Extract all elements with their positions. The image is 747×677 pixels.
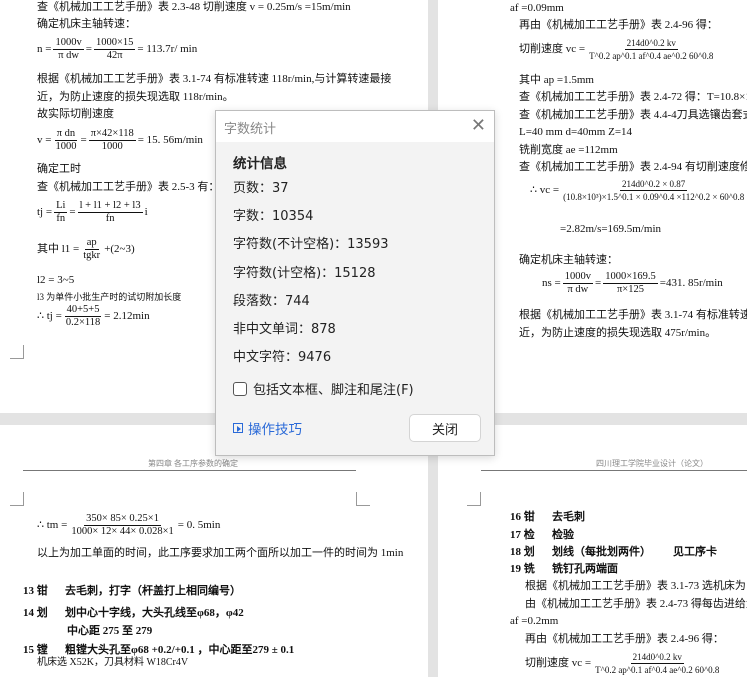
text-line: L=40 mm d=40mm Z=14 xyxy=(519,126,633,138)
text-line: 故实际切削速度 xyxy=(37,108,114,120)
page-header: 第四章 各工序参数的确定 xyxy=(148,459,238,468)
text-line: af =0.2mm xyxy=(510,615,559,627)
text-line: 确定机床主轴转速： xyxy=(37,18,136,30)
stat-pages: 页数：37 xyxy=(233,181,289,196)
text-line: 再由《机械加工工艺手册》表 2.4-96 得： xyxy=(525,633,724,645)
stat-chars-with-spaces: 字符数(计空格)：15128 xyxy=(233,266,376,281)
text-line: 根据《机械加工工艺手册》表 3.1-74 有标准转速 118r/min,与计算转… xyxy=(37,73,392,85)
page-header: 四川理工学院毕业设计（论文） xyxy=(596,459,708,468)
close-button[interactable]: 关闭 xyxy=(409,414,481,442)
text-line: l3 为单件小批生产时的试切附加长度 xyxy=(37,292,182,302)
checkbox-box[interactable] xyxy=(233,381,247,396)
margin-mark xyxy=(10,345,24,359)
word-count-dialog: 字数统计 ✕ 统计信息 页数：37 字数：10354 字符数(不计空格)：135… xyxy=(215,110,495,456)
text-line: 中心距 275 至 279 xyxy=(67,625,153,637)
text-line: l2 = 3~5 xyxy=(37,274,75,286)
formula: tj = Li fn = l + l1 + l2 + l3 fn i xyxy=(37,200,148,224)
formula: 切削速度 vc = 214d0^0.2 kv T^0.2 ap^0.1 af^0.4… xyxy=(525,652,720,675)
stat-paragraphs: 段落数：744 xyxy=(233,294,310,309)
process-step: 19 铣铣钉孔两端面 xyxy=(510,563,618,575)
text-line: 确定机床主轴转速： xyxy=(519,254,618,266)
text-line: 确定工时 xyxy=(37,163,81,175)
tips-label: 操作技巧 xyxy=(248,422,302,438)
header-rule xyxy=(481,470,747,471)
stat-chars-no-spaces: 字符数(不计空格)：13593 xyxy=(233,237,389,252)
close-icon[interactable]: ✕ xyxy=(471,115,486,136)
tips-link[interactable]: 操作技巧 xyxy=(233,418,302,438)
text-line: 根据《机械加工工艺手册》表 3.1-74 有标准转速 475r xyxy=(519,309,747,321)
text-line: af =0.09mm xyxy=(510,2,564,14)
formula: ns = 1000v π dw = 1000×169.5 π×125 =431. 85r/m… xyxy=(542,271,723,295)
margin-mark xyxy=(467,492,481,506)
process-step: 18 划划线（每批划两件） 见工序卡 xyxy=(510,546,717,558)
stat-chinese-chars: 中文字符：9476 xyxy=(233,350,332,365)
text-line: 以上为加工单面的时间，此工序要求加工两个面所以加工一件的时间为 1min xyxy=(37,547,404,559)
stat-words: 字数：10354 xyxy=(233,209,314,224)
text-line: 查《机械加工工艺手册》表 4.4-4刀具选镶齿套式面铣 xyxy=(519,109,747,121)
stats-heading: 统计信息 xyxy=(233,156,287,172)
text-line: 其中 ap =1.5mm xyxy=(519,74,594,86)
text-line: 查《机械加工工艺手册》表 2.5-3 有： xyxy=(37,181,220,193)
header-rule xyxy=(23,470,356,471)
process-step: 16 钳去毛刺 xyxy=(510,511,585,523)
formula: ∴ tm = 350× 85× 0.25×1 1000× 12× 44× 0.028… xyxy=(37,513,221,537)
text-line: 铣削宽度 ae =112mm xyxy=(519,144,618,156)
stat-non-chinese-words: 非中文单词：878 xyxy=(233,322,336,337)
play-video-icon xyxy=(233,423,243,433)
process-step: 17 检检验 xyxy=(510,529,574,541)
text-line: 由《机械加工工艺手册》表 2.4-73 得每齿进给量 af 为 xyxy=(525,598,747,610)
include-textboxes-checkbox[interactable]: 包括文本框、脚注和尾注(F) xyxy=(233,379,414,398)
text-line: 查《机械加工工艺手册》表 2.3-48 切削速度 v = 0.25m/s =15… xyxy=(37,1,351,13)
text-line: 近，为防止速度的损失现选取 475r/min。 xyxy=(519,327,717,339)
formula: ∴ tj = 40+5+5 0.2×118 = 2.12min xyxy=(37,304,150,328)
text-line: 再由《机械加工工艺手册》表 2.4-96 得： xyxy=(519,19,718,31)
text-line: 近，为防止速度的损失现选取 118r/min。 xyxy=(37,91,234,103)
formula: 其中 l1 = ap tgkr +(2~3) xyxy=(37,237,135,261)
dialog-title-bar[interactable]: 字数统计 ✕ xyxy=(216,111,494,142)
text-line: 查《机械加工工艺手册》表 2.4-72 得：T=10.8×10³s xyxy=(519,91,747,103)
formula: v = π dn 1000 = π×42×118 1000 = 15. 56m/min xyxy=(37,128,203,152)
process-step: 13 钳去毛刺，打字（杆盖打上相同编号） xyxy=(23,585,241,597)
checkbox-label: 包括文本框、脚注和尾注(F) xyxy=(253,383,414,398)
document-page-3: 第四章 各工序参数的确定 ∴ tm = 350× 85× 0.25×1 1000× … xyxy=(0,425,428,677)
margin-mark xyxy=(10,492,24,506)
text-line: =2.82m/s=169.5m/min xyxy=(560,223,662,235)
process-step: 14 划划中心十字线，大头孔线至φ68，φ42 xyxy=(23,607,244,619)
text-line: 查《机械加工工艺手册》表 2.4-94 有切削速度修正系数 xyxy=(519,161,747,173)
text-line: 根据《机械加工工艺手册》表 3.1-73 选机床为 X52K xyxy=(525,580,747,592)
text-line: 机床选 X52K，刀具材料 W18Cr4V xyxy=(37,657,189,668)
document-page-4: 四川理工学院毕业设计（论文） 16 钳去毛刺 17 检检验 18 划划线（每批划… xyxy=(438,425,747,677)
formula: n = 1000v π dw = 1000×15 42π = 113.7r/ min xyxy=(37,37,198,61)
formula: ∴ vc = 214d0^0.2 × 0.87 (10.8×10³)×1.5^0.1… xyxy=(530,179,745,202)
formula: 切削速度 vc = 214d0^0.2 kv T^0.2 ap^0.1 af^0.4… xyxy=(519,38,714,61)
dialog-title: 字数统计 xyxy=(224,122,277,137)
margin-mark xyxy=(356,492,370,506)
